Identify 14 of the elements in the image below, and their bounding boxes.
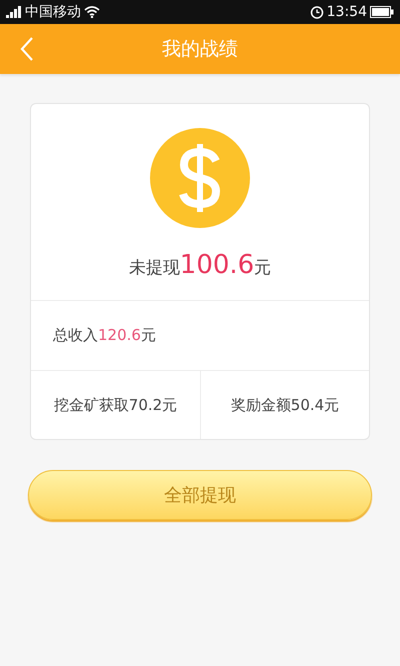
dollar-coin-icon	[150, 128, 250, 228]
pending-amount-text: 未提现100.6元	[128, 250, 272, 280]
signal-icon	[6, 6, 22, 18]
total-income-text: 总收入120.6元	[53, 326, 156, 345]
withdraw-all-button[interactable]: 全部提现	[28, 470, 372, 520]
page-title: 我的战绩	[162, 37, 238, 62]
wifi-icon	[84, 6, 100, 18]
income-breakdown-text: 挖金矿获取70.2元	[54, 396, 178, 414]
alarm-icon	[310, 5, 324, 19]
carrier-name: 中国移动	[25, 3, 81, 21]
clock-time: 13:54	[326, 4, 367, 20]
income-breakdown-text: 奖励金额50.4元	[230, 396, 340, 414]
back-icon[interactable]	[20, 37, 34, 61]
battery-icon	[370, 6, 394, 18]
